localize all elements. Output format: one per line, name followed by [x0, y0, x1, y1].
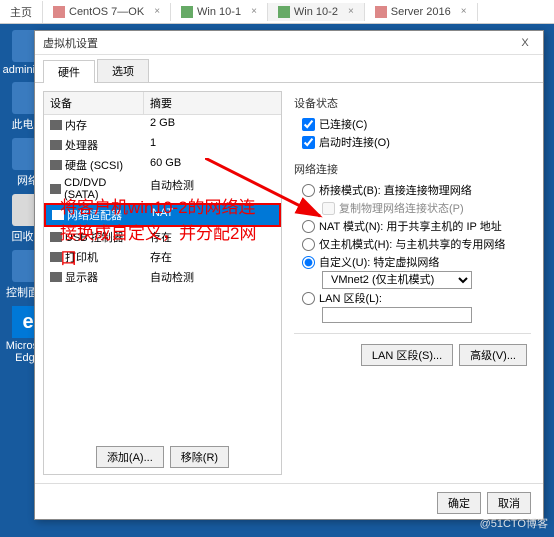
tab-options[interactable]: 选项 [97, 59, 149, 82]
close-icon[interactable]: × [154, 6, 160, 17]
tab-hardware[interactable]: 硬件 [43, 60, 95, 83]
vm-icon [278, 6, 290, 18]
nic-icon [52, 210, 64, 220]
usb-icon [50, 232, 62, 242]
cpu-icon [50, 140, 62, 150]
cancel-button[interactable]: 取消 [487, 492, 531, 514]
lan-segment-input[interactable] [322, 307, 472, 323]
table-row[interactable]: 硬盘 (SCSI)60 GB [44, 155, 281, 175]
tab-win10-1[interactable]: Win 10-1× [171, 3, 268, 21]
hardware-list: 设备 摘要 内存2 GB 处理器1 硬盘 (SCSI)60 GB CD/DVD … [43, 91, 282, 475]
radio-lanseg[interactable]: LAN 区段(L): [294, 289, 531, 307]
close-icon[interactable]: × [251, 6, 257, 17]
tab-win10-2[interactable]: Win 10-2× [268, 3, 365, 21]
ok-button[interactable]: 确定 [437, 492, 481, 514]
table-row[interactable]: 显示器自动检测 [44, 267, 281, 287]
settings-panel: 设备状态 已连接(C) 启动时连接(O) 网络连接 桥接模式(B): 直接连接物… [290, 91, 535, 475]
memory-icon [50, 120, 62, 130]
group-title-netconn: 网络连接 [294, 161, 531, 177]
radio-bridged[interactable]: 桥接模式(B): 直接连接物理网络 [294, 181, 531, 199]
lan-segments-button[interactable]: LAN 区段(S)... [361, 344, 453, 366]
printer-icon [50, 252, 62, 262]
table-row-network[interactable]: 网络适配器NAT [44, 203, 281, 227]
table-row[interactable]: USB 控制器存在 [44, 227, 281, 247]
browser-tab-bar: 主页 CentOS 7—OK× Win 10-1× Win 10-2× Serv… [0, 0, 554, 24]
vm-icon [375, 6, 387, 18]
advanced-button[interactable]: 高级(V)... [459, 344, 527, 366]
watermark: @51CTO博客 [480, 515, 548, 531]
group-title-status: 设备状态 [294, 95, 531, 111]
table-row[interactable]: CD/DVD (SATA)自动检测 [44, 175, 281, 203]
table-row[interactable]: 处理器1 [44, 135, 281, 155]
vm-icon [181, 6, 193, 18]
table-header: 设备 摘要 [44, 92, 281, 115]
close-icon[interactable]: × [461, 6, 467, 17]
radio-nat[interactable]: NAT 模式(N): 用于共享主机的 IP 地址 [294, 217, 531, 235]
dialog-title: 虚拟机设置 [43, 35, 515, 51]
titlebar: 虚拟机设置 X [35, 31, 543, 55]
display-icon [50, 272, 62, 282]
dialog-tabs: 硬件 选项 [35, 55, 543, 83]
custom-network-select[interactable]: VMnet2 (仅主机模式) [322, 271, 472, 289]
close-button[interactable]: X [515, 37, 535, 49]
vm-settings-dialog: 虚拟机设置 X 硬件 选项 设备 摘要 内存2 GB 处理器1 硬盘 (SCSI… [34, 30, 544, 520]
dialog-footer: 确定 取消 [35, 483, 543, 522]
close-icon[interactable]: × [348, 6, 354, 17]
remove-button[interactable]: 移除(R) [170, 446, 229, 468]
chk-connected[interactable]: 已连接(C) [294, 115, 531, 133]
add-button[interactable]: 添加(A)... [96, 446, 164, 468]
table-row[interactable]: 打印机存在 [44, 247, 281, 267]
chk-connect-onstart[interactable]: 启动时连接(O) [294, 133, 531, 151]
disk-icon [50, 160, 62, 170]
col-device: 设备 [44, 92, 144, 114]
col-summary: 摘要 [144, 92, 281, 114]
tab-home[interactable]: 主页 [0, 1, 43, 23]
vm-icon [53, 6, 65, 18]
tab-centos[interactable]: CentOS 7—OK× [43, 3, 171, 21]
radio-hostonly[interactable]: 仅主机模式(H): 与主机共享的专用网络 [294, 235, 531, 253]
tab-server2016[interactable]: Server 2016× [365, 3, 478, 21]
table-row[interactable]: 内存2 GB [44, 115, 281, 135]
radio-custom[interactable]: 自定义(U): 特定虚拟网络 [294, 253, 531, 271]
chk-replicate: 复制物理网络连接状态(P) [294, 199, 531, 217]
cd-icon [50, 184, 61, 194]
